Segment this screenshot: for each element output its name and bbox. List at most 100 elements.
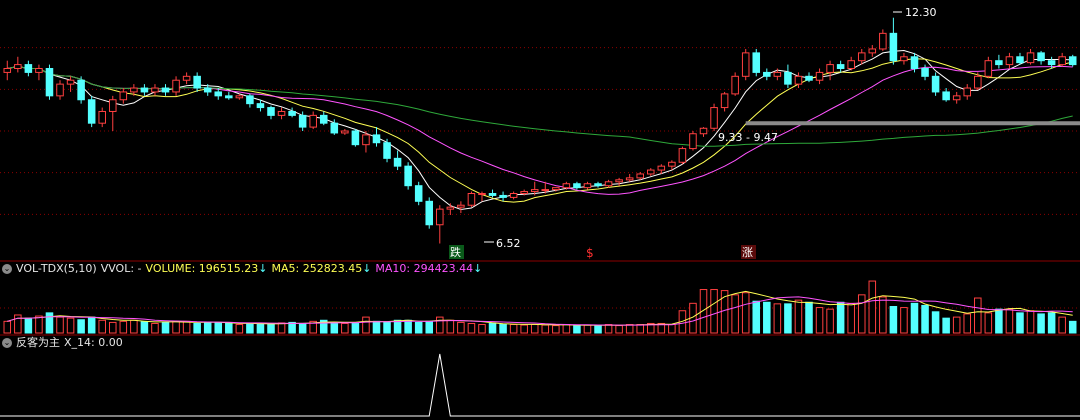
volume-value: VOLUME: 196515.23 — [145, 262, 259, 275]
high-price-label: 12.30 — [905, 6, 937, 19]
price-grid — [0, 47, 1080, 215]
signal-indicator-title: 反客为主 — [16, 336, 60, 349]
candle-down — [995, 60, 1003, 66]
candle-down — [805, 75, 813, 81]
ma5-arrow-icon: ↓ — [362, 262, 372, 275]
candle-down — [425, 200, 434, 226]
volume-bar — [857, 294, 866, 334]
candle-up — [604, 181, 613, 187]
marker-down: 跌 — [450, 245, 461, 259]
candle-down — [256, 103, 265, 109]
volume-bar — [35, 315, 43, 334]
volume-bar — [341, 322, 349, 334]
candle-down — [24, 64, 33, 73]
volume-bar — [1058, 316, 1066, 334]
candle-down — [330, 122, 339, 134]
candle-up — [151, 87, 159, 93]
candle-up — [277, 110, 286, 116]
volume-bar — [815, 307, 824, 334]
volume-bar — [140, 321, 149, 334]
candle-up — [731, 75, 739, 95]
volume-bar — [393, 319, 402, 334]
volume-bar — [942, 317, 950, 334]
candle-up — [625, 177, 634, 181]
candle-up — [14, 64, 22, 69]
ma5-line — [7, 49, 1073, 211]
volume-bar — [1068, 320, 1077, 334]
candle-up — [509, 193, 518, 198]
candle-up — [66, 79, 75, 85]
candle-up — [615, 179, 623, 183]
candle-down — [203, 87, 212, 93]
volume-bar — [1026, 310, 1035, 334]
ma10-arrow-icon: ↓ — [473, 262, 483, 275]
candle-down — [161, 87, 170, 93]
volume-bar — [520, 324, 528, 334]
stock-chart: 12.30 6.52 9.33 - 9.47 跌 $ 涨 — [0, 6, 1080, 417]
candle-down — [140, 87, 149, 93]
volume-bar — [594, 325, 602, 334]
candle-down — [836, 64, 845, 69]
candle-up — [520, 191, 528, 194]
candle-down — [1016, 56, 1024, 64]
candle-up — [710, 107, 718, 129]
volume-bar — [298, 322, 307, 334]
candle-up — [868, 48, 877, 54]
signal-panel — [0, 353, 1080, 417]
candle-up — [457, 204, 465, 208]
volume-bar — [752, 300, 761, 334]
volume-bar — [372, 320, 381, 334]
volume-bar — [604, 324, 613, 334]
volume-bar — [562, 324, 571, 334]
volume-bar — [119, 320, 128, 334]
volume-bar — [351, 322, 360, 334]
candle-up — [182, 75, 191, 81]
volume-bar — [235, 324, 244, 334]
volume-bar — [984, 312, 993, 334]
candle-up — [309, 114, 317, 128]
candle-up — [552, 187, 560, 191]
collapse-icon[interactable]: ⌄ — [2, 338, 12, 348]
volume-arrow-icon: ↓ — [258, 262, 268, 275]
volume-bar — [499, 324, 507, 334]
collapse-icon[interactable]: ⌄ — [2, 264, 12, 274]
volume-bar — [66, 317, 75, 334]
volume-bar — [161, 321, 170, 334]
candle-down — [889, 32, 898, 62]
candle-up — [657, 165, 666, 171]
volume-bar — [552, 325, 560, 334]
candle-up — [741, 52, 750, 77]
candle-up — [773, 71, 782, 77]
volume-bar — [636, 324, 644, 334]
candle-down — [784, 71, 792, 85]
candle-up — [341, 130, 349, 134]
candle-up — [963, 87, 972, 97]
candle-up — [562, 183, 571, 189]
volume-bar — [3, 320, 12, 334]
candle-up — [1026, 52, 1035, 64]
candle-down — [921, 68, 929, 77]
candle-down — [372, 134, 381, 144]
candle-down — [45, 68, 54, 97]
candle-down — [77, 79, 85, 101]
volume-bar — [710, 289, 718, 334]
candle-up — [826, 64, 834, 73]
ma60-line — [7, 65, 1073, 147]
candle-down — [404, 165, 412, 187]
low-price-label: 6.52 — [496, 237, 521, 250]
candle-down — [319, 114, 328, 124]
vvol-value: VVOL: - — [100, 262, 142, 275]
candle-up — [3, 68, 12, 73]
candle-up — [952, 95, 961, 101]
candle-up — [98, 110, 106, 124]
candle-up — [879, 32, 887, 50]
volume-bar — [530, 324, 539, 334]
volume-bar — [995, 308, 1003, 334]
volume-bar — [625, 324, 634, 334]
volume-bar — [77, 319, 85, 334]
volume-bar — [45, 312, 54, 334]
volume-bar — [467, 322, 476, 334]
volume-bar — [182, 320, 191, 334]
candle-down — [383, 142, 391, 159]
candle-down — [393, 157, 402, 167]
